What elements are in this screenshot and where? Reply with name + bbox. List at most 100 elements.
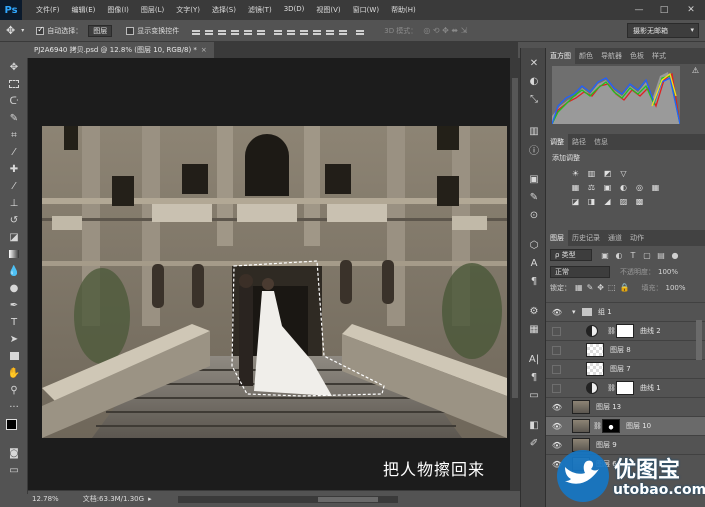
filter-type-icon[interactable]: T (628, 250, 638, 260)
layer-row[interactable]: ⛓ 曲线 1 (546, 378, 705, 397)
distribute-left-icon[interactable] (312, 26, 322, 36)
move-tool-icon[interactable]: ✥ (5, 60, 23, 74)
brush-settings-icon[interactable]: ✎ (527, 190, 541, 204)
lock-pixels-icon[interactable]: ✎ (587, 283, 594, 292)
auto-align-icon[interactable] (355, 26, 365, 36)
mask-link-icon[interactable]: ⛓ (607, 384, 616, 392)
curves-icon[interactable]: ◩ (602, 168, 613, 178)
visibility-toggle[interactable] (552, 364, 561, 374)
crop-tool-icon[interactable]: ⌗ (5, 128, 23, 142)
character-icon[interactable]: A (527, 256, 541, 270)
brush-tool-icon[interactable]: ⁄ (5, 179, 23, 193)
menu-item-4[interactable]: 文字(Y) (170, 5, 206, 15)
path-select-tool-icon[interactable]: ➤ (5, 332, 23, 346)
selective-color-icon[interactable]: ▩ (634, 196, 645, 206)
tab-info[interactable]: 信息 (590, 134, 612, 150)
tab-color[interactable]: 颜色 (575, 48, 597, 64)
menu-item-9[interactable]: 窗口(W) (347, 5, 385, 15)
vertical-scroll-thumb[interactable] (512, 78, 518, 398)
layer-row[interactable]: ⛓ 曲线 2 (546, 321, 705, 340)
filter-adjust-icon[interactable]: ◐ (614, 250, 624, 260)
gradient-map-icon[interactable]: ▨ (618, 196, 629, 206)
tab-swatches[interactable]: 色板 (626, 48, 648, 64)
menu-item-10[interactable]: 帮助(H) (385, 5, 422, 15)
paragraph-style-icon[interactable]: ¶ (527, 370, 541, 384)
document-canvas[interactable]: 把人物擦回来 (28, 58, 510, 490)
hue-saturation-icon[interactable]: ▦ (570, 182, 581, 192)
visibility-toggle[interactable] (552, 326, 561, 336)
minimize-button[interactable]: — (628, 0, 650, 20)
canvas-vertical-scrollbar[interactable] (510, 58, 520, 490)
auto-select-target[interactable]: 图层 (88, 24, 113, 37)
black-white-icon[interactable]: ▣ (602, 182, 613, 192)
layer-row[interactable]: 图层 8 (546, 340, 705, 359)
tab-history[interactable]: 历史记录 (568, 230, 604, 246)
filter-smart-icon[interactable]: ▤ (656, 250, 666, 260)
layer-thumbnail[interactable] (572, 419, 590, 433)
menu-item-5[interactable]: 选择(S) (206, 5, 242, 15)
canvas-horizontal-scrollbar[interactable] (178, 496, 398, 503)
tab-channels[interactable]: 通道 (604, 230, 626, 246)
visibility-toggle[interactable] (552, 383, 561, 393)
lock-transparent-icon[interactable]: ▦ (575, 283, 583, 292)
menu-item-0[interactable]: 文件(F) (30, 5, 66, 15)
tab-paths[interactable]: 路径 (568, 134, 590, 150)
brightness-icon[interactable]: ☀ (570, 168, 581, 178)
screen-mode-icon[interactable]: ▭ (5, 463, 23, 477)
distribute-top-icon[interactable] (273, 26, 283, 36)
more-tools-icon[interactable]: ··· (5, 400, 23, 414)
auto-select-target-select[interactable]: 图层 (88, 24, 113, 37)
blur-tool-icon[interactable]: 💧 (5, 264, 23, 278)
layer-thumbnail[interactable] (572, 400, 590, 414)
document-tab[interactable]: PJ2A6940 拷贝.psd @ 12.8% (图层 10, RGB/8) *… (28, 42, 214, 58)
eraser-tool-icon[interactable]: ◪ (5, 230, 23, 244)
show-transform-checkbox[interactable] (126, 26, 135, 35)
channel-mixer-icon[interactable]: ◎ (634, 182, 645, 192)
visibility-toggle[interactable] (552, 345, 561, 355)
color-lookup-icon[interactable]: ▦ (650, 182, 661, 192)
eye-icon[interactable]: 👁 (552, 402, 562, 412)
layer-filter-select[interactable]: ρ 类型 (550, 249, 592, 261)
opacity-value[interactable]: 100% (658, 268, 678, 276)
menu-item-8[interactable]: 视图(V) (310, 5, 346, 15)
layer-row[interactable]: 👁 图层 13 (546, 397, 705, 416)
distribute-bottom-icon[interactable] (299, 26, 309, 36)
pen-tool-icon[interactable]: ✒ (5, 298, 23, 312)
histogram-icon[interactable]: ▥ (527, 124, 541, 138)
menu-item-6[interactable]: 滤镜(T) (242, 5, 278, 15)
layers-scrollbar[interactable] (696, 320, 702, 360)
eye-icon[interactable]: 👁 (552, 421, 562, 431)
workspace-select[interactable]: 摄影无邮箱 ▾ (627, 23, 699, 38)
posterize-icon[interactable]: ◨ (586, 196, 597, 206)
vibrance-icon[interactable]: ▽ (618, 168, 629, 178)
tools-x-icon[interactable]: ✕ (527, 56, 541, 70)
lock-position-icon[interactable]: ✥ (597, 283, 604, 292)
align-bottom-icon[interactable] (217, 26, 227, 36)
align-left-icon[interactable] (230, 26, 240, 36)
tab-layers[interactable]: 图层 (546, 230, 568, 246)
invert-icon[interactable]: ◪ (570, 196, 581, 206)
tab-styles[interactable]: 样式 (648, 48, 670, 64)
zoom-tool-icon[interactable]: ⚲ (5, 383, 23, 397)
quick-select-tool-icon[interactable]: ✎ (5, 111, 23, 125)
photo-filter-icon[interactable]: ◐ (618, 182, 629, 192)
close-window-button[interactable]: ✕ (680, 0, 702, 20)
align-top-icon[interactable] (191, 26, 201, 36)
timeline-icon[interactable]: ▭ (527, 388, 541, 402)
marquee-tool-icon[interactable] (5, 77, 23, 91)
paragraph-icon[interactable]: ¶ (527, 274, 541, 288)
histogram-warning-icon[interactable]: ⚠ (692, 66, 699, 75)
lock-artboard-icon[interactable]: ⬚ (608, 283, 616, 292)
filter-pixel-icon[interactable]: ▣ (600, 250, 610, 260)
gradient-tool-icon[interactable] (5, 247, 23, 261)
shape-tool-icon[interactable] (5, 349, 23, 363)
align-right-icon[interactable] (256, 26, 266, 36)
menu-item-1[interactable]: 编辑(E) (66, 5, 102, 15)
filter-toggle-icon[interactable]: ● (670, 250, 680, 260)
tab-adjustments[interactable]: 调整 (546, 134, 568, 150)
transform-icon[interactable]: ⤡ (527, 92, 541, 106)
group-expand-icon[interactable]: ▾ (572, 308, 576, 316)
brush-preset-icon[interactable]: ▣ (527, 172, 541, 186)
auto-select-checkbox[interactable] (36, 25, 45, 35)
layer-comps-icon[interactable]: ◧ (527, 418, 541, 432)
